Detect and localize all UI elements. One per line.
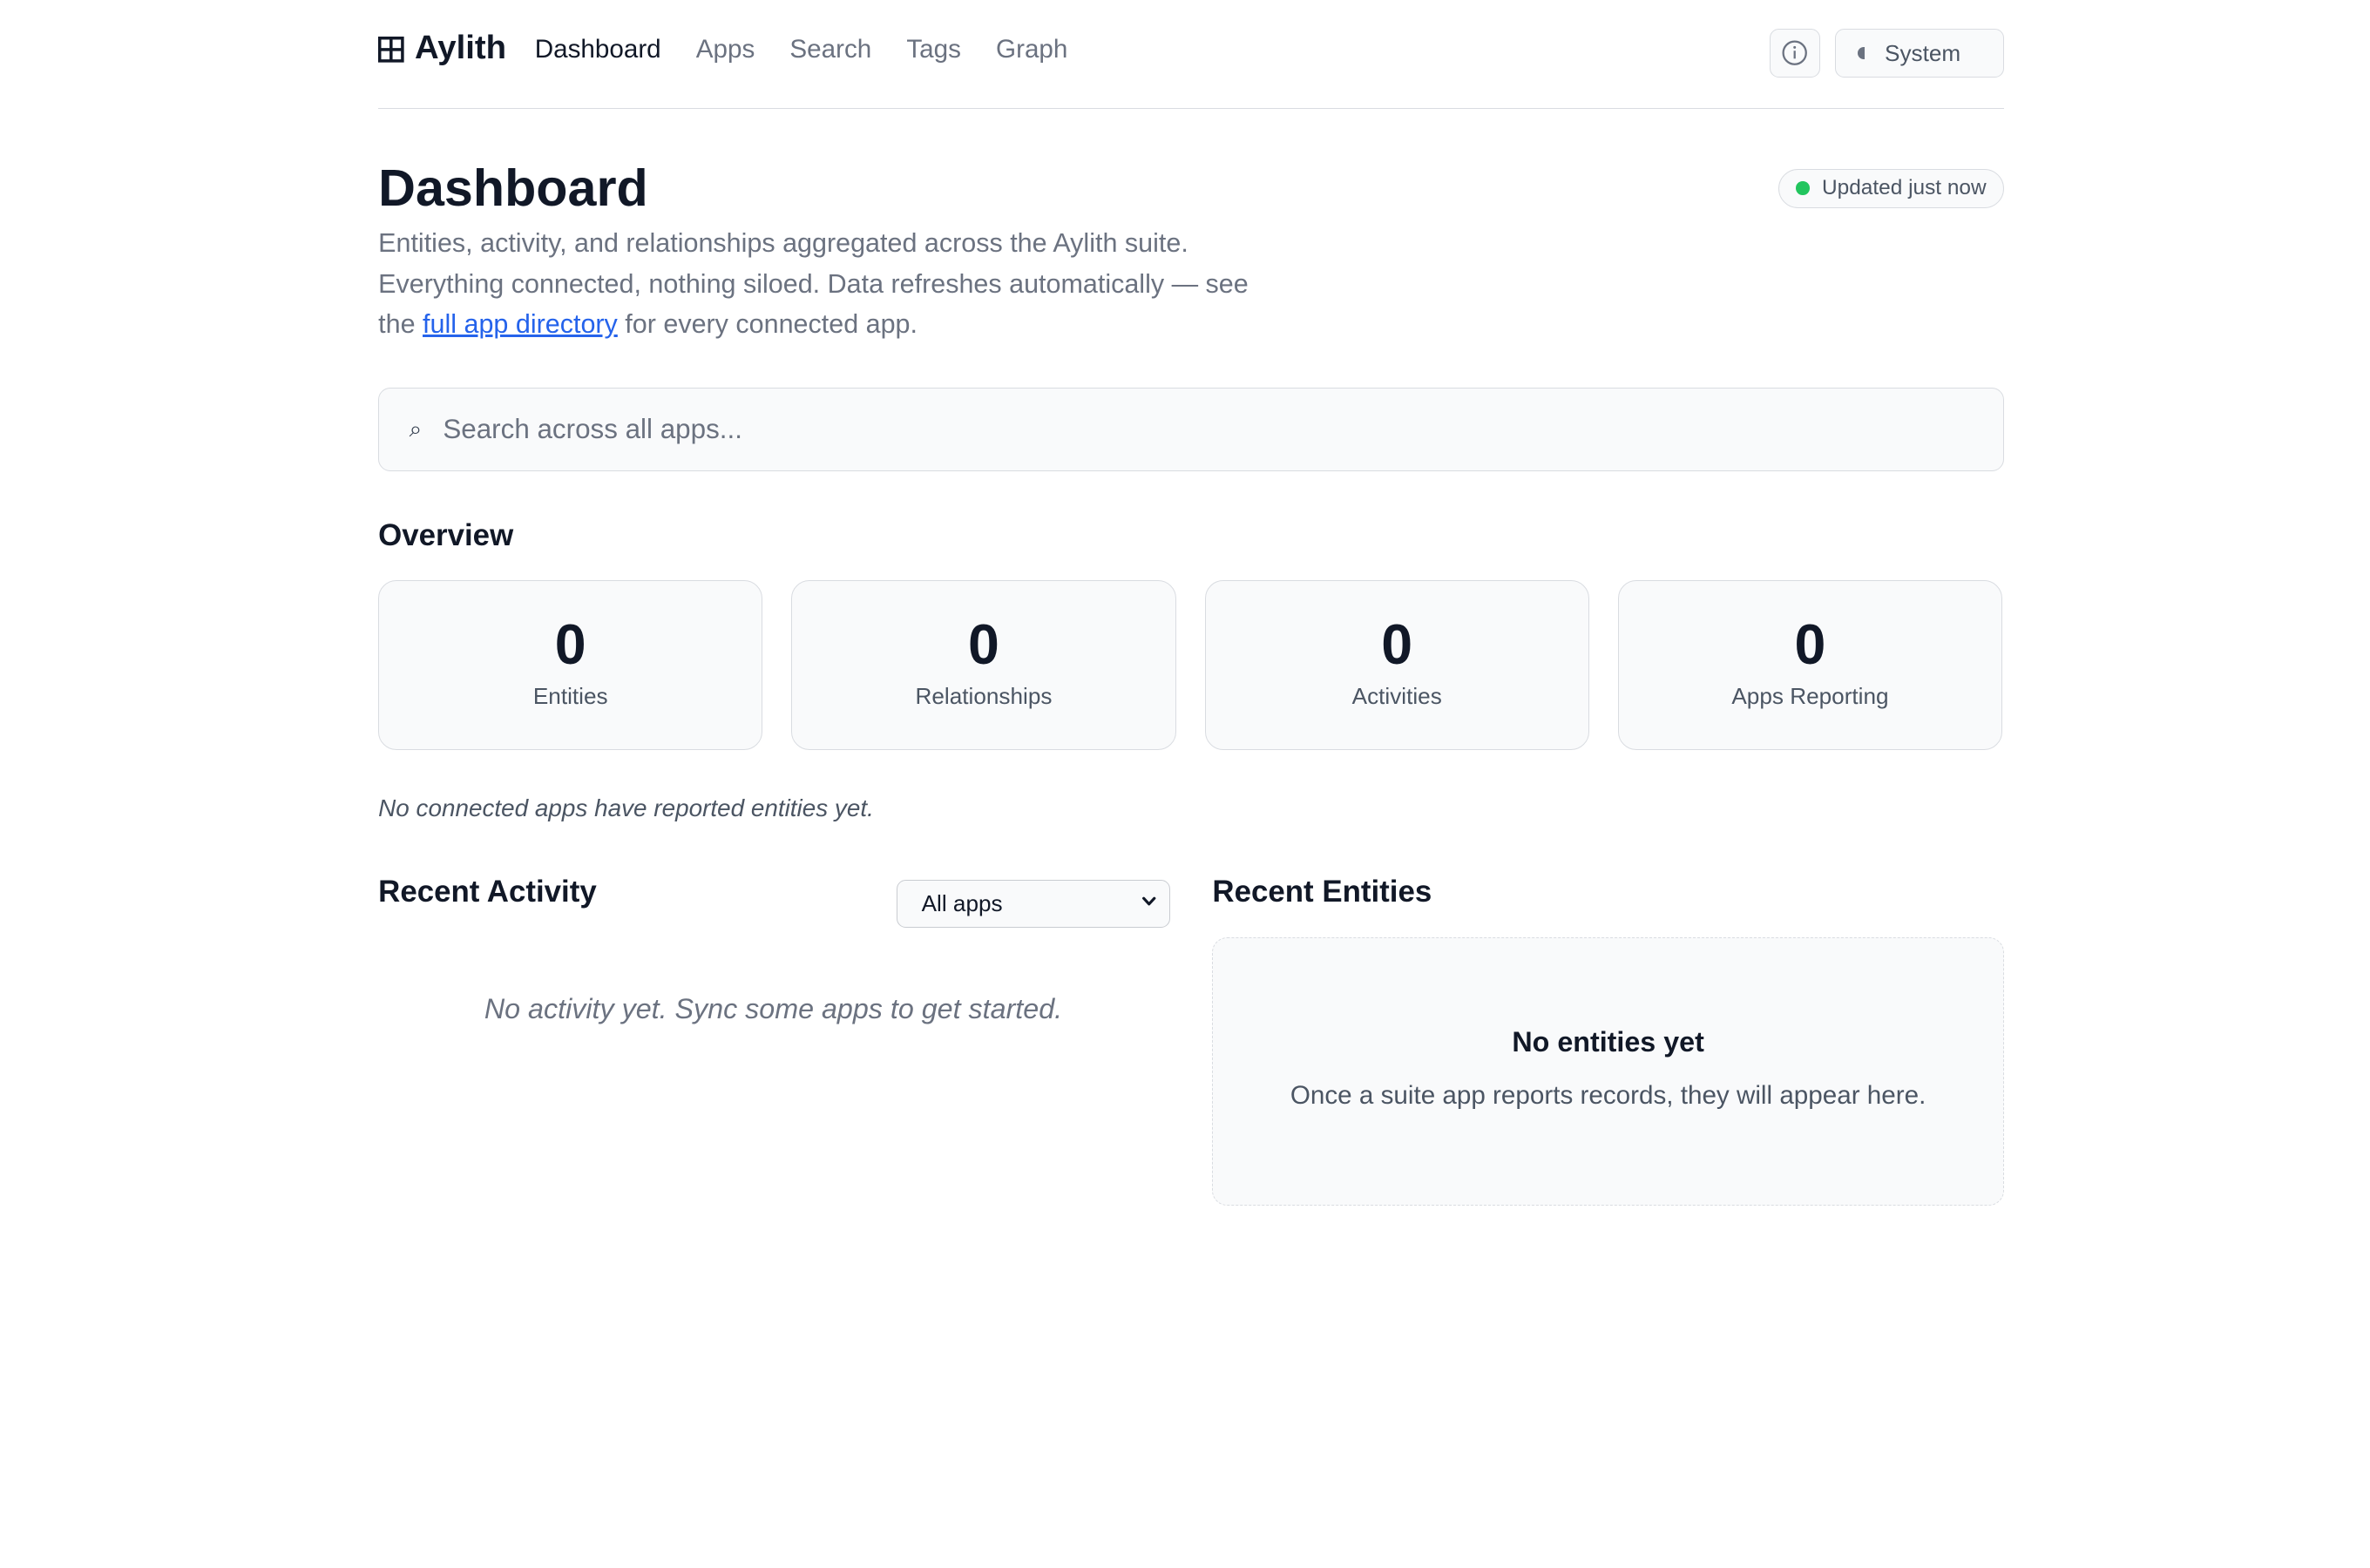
info-icon [1782,40,1808,66]
half-moon-icon [1857,47,1866,59]
search-input[interactable] [439,411,1814,447]
main-nav: Dashboard Apps Search Tags Graph [535,35,1103,64]
stat-label: Apps Reporting [1731,682,1889,709]
info-button[interactable] [1770,29,1820,78]
stat-card-activities: 0 Activities [1204,580,1589,751]
search-icon: ⌕ [409,415,423,442]
overview-heading: Overview [378,517,514,552]
grid-icon [378,37,404,63]
entities-empty-title: No entities yet [1512,1025,1704,1058]
main-container: Aylith Dashboard Apps Search Tags Graph … [378,0,2004,1206]
stat-label: Relationships [915,682,1053,709]
entities-empty-state: No entities yet Once a suite app reports… [1212,936,2004,1206]
brand-name: Aylith [415,29,507,67]
status-text: Updated just now [1822,176,1987,200]
chevron-down-icon [1142,896,1156,906]
status-dot-icon [1796,181,1811,196]
stat-card-entities: 0 Entities [378,580,763,751]
stat-card-relationships: 0 Relationships [791,580,1176,751]
status-badge: Updated just now [1778,168,2004,208]
nav-apps[interactable]: Apps [696,35,755,64]
stat-label: Activities [1351,682,1442,709]
description-text-2: for every connected app. [617,308,918,339]
activity-empty-message: No activity yet. Sync some apps to get s… [484,993,1063,1025]
app-directory-link[interactable]: full app directory [423,309,618,339]
theme-label: System [1885,39,1961,66]
nav-dashboard[interactable]: Dashboard [535,35,661,64]
stat-value: 0 [1381,612,1413,676]
stat-value: 0 [554,612,586,676]
stats-grid: 0 Entities 0 Relationships 0 Activities … [378,580,2004,751]
top-bar: Aylith Dashboard Apps Search Tags Graph … [378,0,2004,109]
stat-label: Entities [532,682,608,709]
recent-entities-heading: Recent Entities [1212,875,1432,909]
page-description: Entities, activity, and relationships ag… [378,223,1290,344]
search-bar[interactable]: ⌕ [378,387,2004,471]
theme-toggle-button[interactable]: System [1835,29,2004,78]
brand-logo[interactable]: Aylith [378,29,506,67]
nav-tags[interactable]: Tags [906,35,961,64]
stat-card-apps-reporting: 0 Apps Reporting [1617,580,2003,751]
nav-graph[interactable]: Graph [996,35,1067,64]
app-filter-select[interactable]: All apps [896,879,1170,929]
recent-activity-heading: Recent Activity [378,875,597,909]
app-filter-value: All apps [921,889,1003,916]
page: Aylith Dashboard Apps Search Tags Graph … [0,0,2370,1567]
entities-empty-text: Once a suite app reports records, they w… [1290,1081,1926,1111]
page-title: Dashboard [378,159,648,218]
stat-value: 0 [1794,612,1826,676]
stat-value: 0 [968,612,999,676]
overview-note: No connected apps have reported entities… [378,794,874,821]
nav-search[interactable]: Search [789,35,871,64]
